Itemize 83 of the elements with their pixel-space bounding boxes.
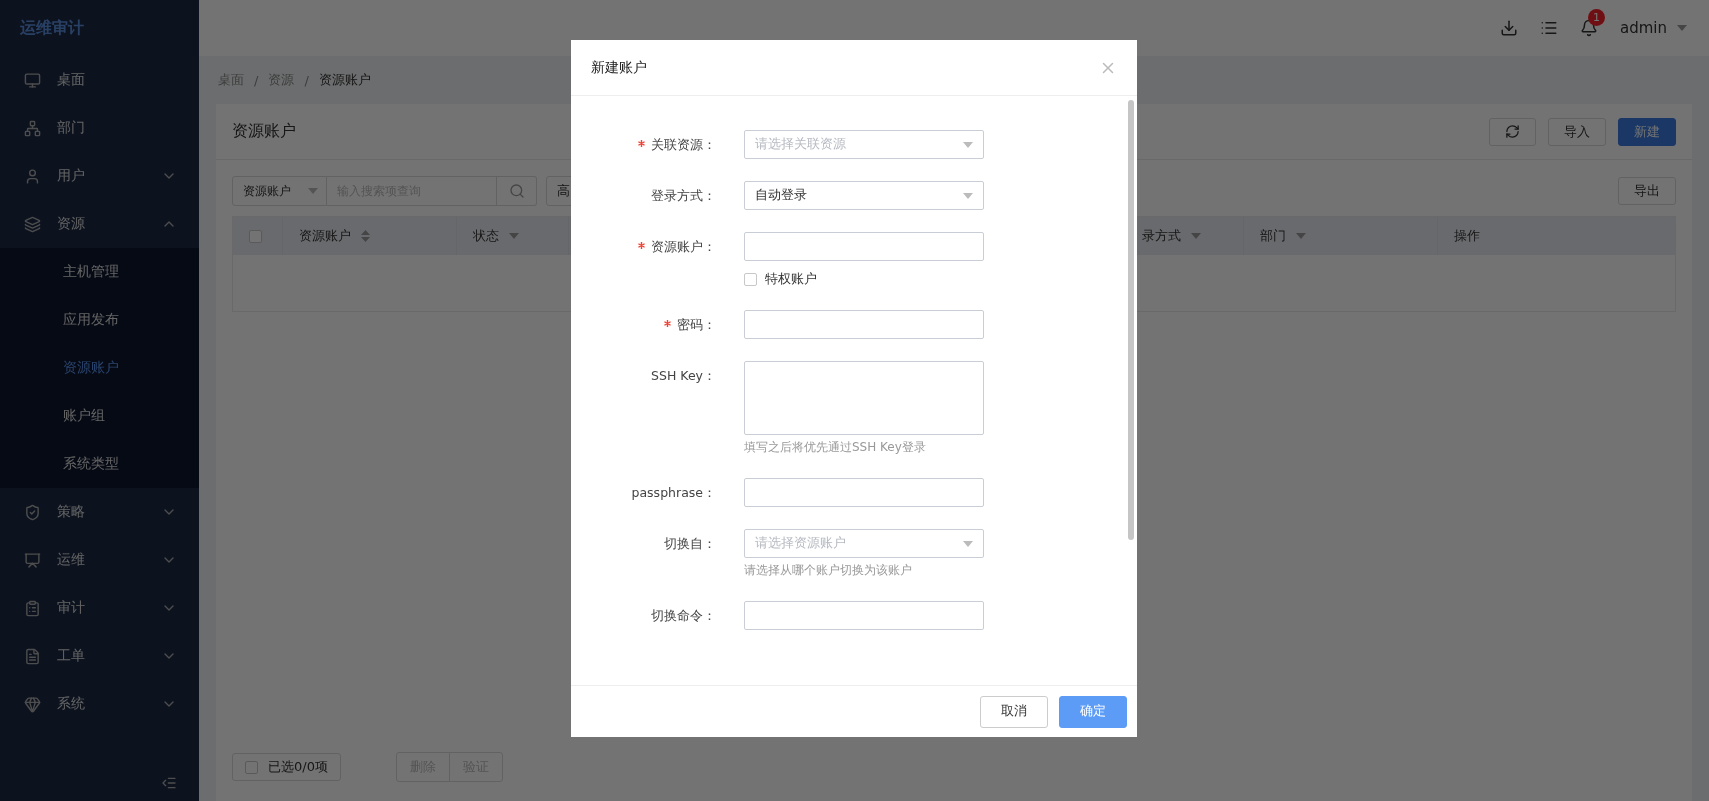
field-label: 登录方式： (651, 188, 716, 205)
select-field[interactable]: 请选择资源账户 (744, 529, 984, 558)
collapse-menu-icon[interactable] (161, 775, 177, 791)
checkbox[interactable] (245, 760, 258, 774)
export-button[interactable]: 导出 (1618, 177, 1676, 205)
bell-icon[interactable] (1580, 19, 1598, 37)
document-icon (24, 647, 41, 665)
layers-icon (24, 215, 41, 233)
sidebar-item[interactable]: 系统 (0, 680, 199, 728)
input-field[interactable] (744, 601, 984, 630)
sidebar-item[interactable]: 审计 (0, 584, 199, 632)
field-label: passphrase： (631, 485, 716, 502)
field-label: 切换自： (664, 536, 716, 553)
filter-icon (509, 233, 519, 239)
field-label: 密码： (677, 317, 716, 334)
search-field-select[interactable]: 资源账户 (232, 176, 327, 206)
checkbox[interactable] (744, 273, 757, 286)
monitor-icon (24, 71, 41, 89)
selection-text: 已选0/0项 (268, 758, 328, 776)
caret-icon (963, 141, 973, 148)
caret-icon (308, 188, 318, 194)
breadcrumb-separator: / (304, 72, 309, 88)
sidebar-subitem[interactable]: 系统类型 (0, 440, 199, 488)
refresh-button[interactable] (1489, 117, 1536, 146)
column-header: 操作 (1454, 227, 1480, 245)
sidebar-item[interactable]: 用户 (0, 152, 199, 200)
column-header: 录方式 (1142, 227, 1181, 245)
user-icon (24, 167, 41, 185)
shield-icon (24, 503, 41, 521)
gem-icon (24, 695, 41, 713)
presentation-icon (24, 551, 41, 569)
field-label: 资源账户： (651, 239, 716, 256)
field-hint: 填写之后将优先通过SSH Key登录 (744, 439, 927, 456)
filter-icon (1296, 233, 1306, 239)
import-button[interactable]: 导入 (1548, 117, 1606, 146)
sidebar-subitem[interactable]: 主机管理 (0, 248, 199, 296)
sidebar-item[interactable]: 资源 (0, 200, 199, 248)
selection-counter[interactable]: 已选0/0项 (232, 753, 341, 781)
dialog-title: 新建账户 (591, 58, 647, 77)
field-label: 关联资源： (651, 137, 716, 154)
caret-icon (963, 540, 973, 547)
confirm-button[interactable]: 确定 (1059, 695, 1127, 728)
list-icon[interactable] (1540, 19, 1558, 37)
select-all-checkbox[interactable] (249, 229, 262, 243)
sidebar-subitem[interactable]: 账户组 (0, 392, 199, 440)
input-field[interactable] (744, 310, 984, 339)
caret-icon (963, 192, 973, 199)
field-label: 切换命令： (651, 608, 716, 625)
notification-badge: 1 (1588, 9, 1605, 26)
sidebar-item[interactable]: 部门 (0, 104, 199, 152)
search-button[interactable] (497, 176, 537, 206)
sidebar-item[interactable]: 工单 (0, 632, 199, 680)
sort-icon[interactable] (361, 230, 370, 242)
input-field[interactable] (744, 232, 984, 261)
select-field[interactable]: 自动登录 (744, 181, 984, 210)
sidebar-item[interactable]: 运维 (0, 536, 199, 584)
cancel-button[interactable]: 取消 (980, 695, 1048, 728)
user-menu[interactable]: admin (1620, 19, 1687, 37)
sidebar-subitem[interactable]: 资源账户 (0, 344, 199, 392)
caret-icon (1677, 25, 1687, 31)
download-icon[interactable] (1500, 19, 1518, 37)
field-label: SSH Key： (651, 368, 716, 385)
input-field[interactable] (744, 478, 984, 507)
page-title: 资源账户 (232, 121, 297, 142)
checkbox-option[interactable]: 特权账户 (744, 267, 984, 288)
new-button[interactable]: 新建 (1618, 117, 1676, 146)
column-header: 状态 (473, 227, 499, 245)
sidebar-subitem[interactable]: 应用发布 (0, 296, 199, 344)
hierarchy-icon (24, 119, 41, 137)
refresh-icon (1505, 124, 1520, 139)
column-header: 资源账户 (299, 227, 351, 245)
breadcrumb-separator: / (254, 72, 259, 88)
clipboard-icon (24, 599, 41, 617)
select-field[interactable]: 请选择关联资源 (744, 130, 984, 159)
filter-icon (1191, 233, 1201, 239)
app-logo: 运维审计 (19, 16, 85, 39)
sidebar-item[interactable]: 桌面 (0, 56, 199, 104)
sidebar-item[interactable]: 策略 (0, 488, 199, 536)
field-hint: 请选择从哪个账户切换为该账户 (744, 562, 913, 579)
textarea-field[interactable] (744, 361, 984, 435)
search-icon (508, 183, 525, 199)
scrollbar[interactable] (1128, 100, 1134, 540)
column-header: 部门 (1260, 227, 1286, 245)
